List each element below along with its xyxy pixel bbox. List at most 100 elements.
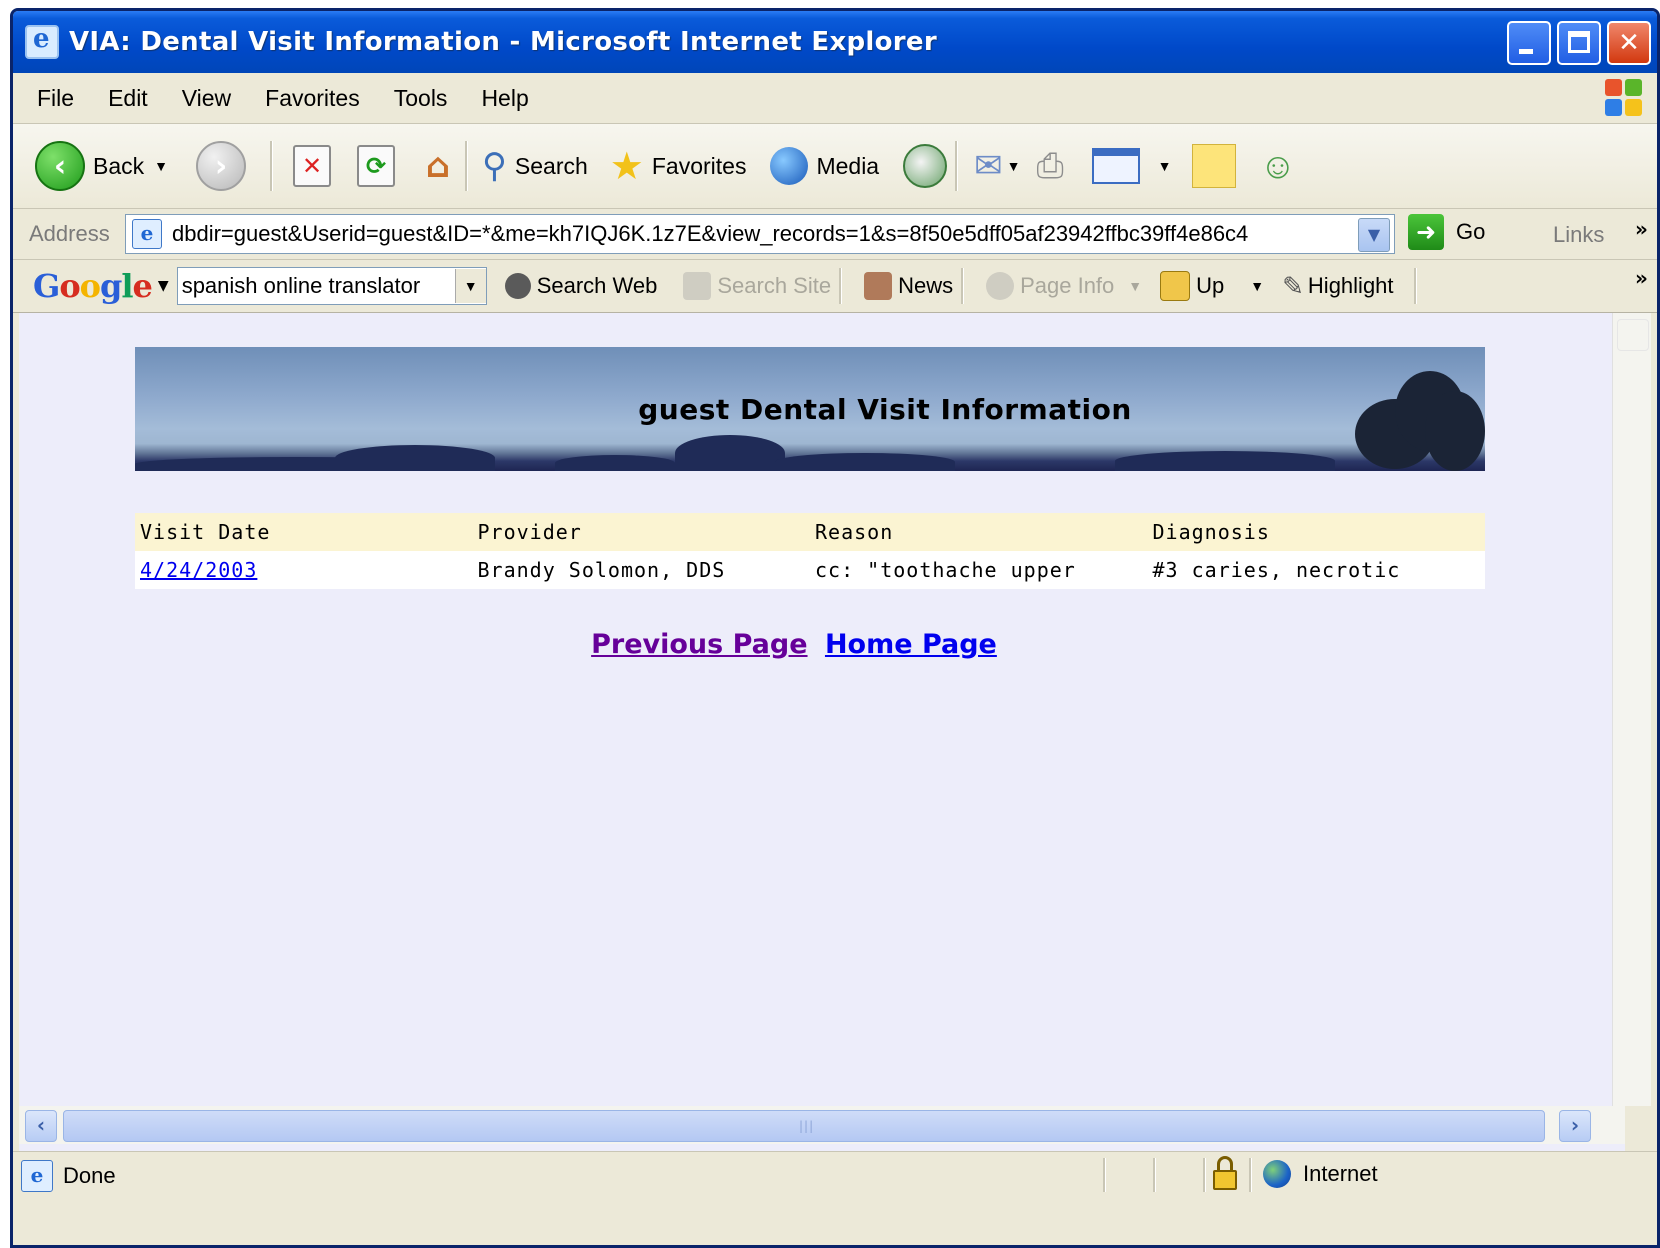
up-button[interactable]: Up ▼: [1160, 271, 1264, 301]
visit-date-link[interactable]: 4/24/2003: [140, 558, 257, 582]
vertical-scrollbar[interactable]: [1612, 313, 1651, 1106]
address-bar: Address e dbdir=guest&Userid=guest&ID=*&…: [13, 209, 1657, 260]
google-search-value[interactable]: spanish online translator: [178, 273, 455, 299]
status-text: Done: [63, 1163, 116, 1188]
refresh-icon: ⟳: [357, 145, 395, 187]
browser-window: VIA: Dental Visit Information - Microsof…: [10, 8, 1660, 1248]
banner-hill: [775, 453, 955, 471]
toolbar-separator: [270, 141, 273, 191]
edit-dropdown-icon[interactable]: ▼: [1158, 158, 1172, 174]
close-button[interactable]: ✕: [1607, 21, 1651, 65]
messenger-icon: ☺: [1259, 145, 1297, 186]
star-icon: ★: [609, 145, 644, 188]
status-divider: [1203, 1158, 1206, 1192]
discuss-icon: [1191, 144, 1236, 188]
google-toolbar: Google ▼ spanish online translator ▼ Sea…: [13, 260, 1657, 313]
search-site-button[interactable]: Search Site: [683, 272, 831, 300]
status-divider: [1249, 1158, 1252, 1192]
up-dropdown-icon[interactable]: ▼: [1250, 278, 1264, 294]
banner-hill: [335, 445, 495, 471]
news-button[interactable]: News: [864, 272, 953, 300]
info-icon: [986, 272, 1015, 300]
table-row: 4/24/2003 Brandy Solomon, DDS cc: "tooth…: [135, 551, 1485, 589]
google-search-dropdown-icon[interactable]: ▼: [454, 269, 486, 303]
menu-view[interactable]: View: [182, 85, 231, 112]
search-icon: ⚲: [482, 147, 507, 185]
news-icon: [864, 272, 893, 300]
search-button[interactable]: ⚲ Search: [482, 146, 588, 186]
minimize-icon: [1509, 23, 1549, 63]
page-info-dropdown-icon[interactable]: ▼: [1128, 278, 1142, 294]
messenger-button[interactable]: ☺: [1260, 145, 1297, 187]
ie-icon: [25, 24, 59, 59]
address-url[interactable]: dbdir=guest&Userid=guest&ID=*&me=kh7IQJ6…: [172, 221, 1342, 247]
media-label: Media: [816, 152, 880, 179]
home-page-link[interactable]: Home Page: [825, 629, 997, 660]
edit-button[interactable]: ▼: [1091, 148, 1172, 184]
horizontal-scroll-thumb[interactable]: |||: [63, 1110, 1545, 1142]
diagnosis-cell: #3 caries, necrotic: [1147, 551, 1485, 589]
highlight-button[interactable]: ✎ Highlight: [1282, 271, 1393, 302]
refresh-button[interactable]: ⟳: [357, 145, 395, 187]
menu-edit[interactable]: Edit: [108, 85, 148, 112]
favorites-button[interactable]: ★ Favorites: [610, 144, 747, 189]
toolbar-separator: [961, 268, 965, 304]
favorites-label: Favorites: [651, 152, 747, 179]
google-menu-dropdown-icon[interactable]: ▼: [158, 278, 169, 294]
menu-help[interactable]: Help: [481, 85, 528, 112]
menu-favorites[interactable]: Favorites: [265, 85, 360, 112]
printer-icon: ⎙: [1036, 146, 1064, 185]
history-button[interactable]: [903, 144, 948, 188]
search-site-icon: [683, 272, 712, 300]
back-dropdown-icon[interactable]: ▼: [154, 158, 168, 174]
status-text-area: e Done: [21, 1160, 116, 1192]
mail-button[interactable]: ✉ ▼: [974, 146, 1020, 186]
maximize-button[interactable]: [1557, 21, 1601, 65]
column-provider: Provider: [472, 513, 810, 551]
google-logo[interactable]: Google: [33, 267, 153, 305]
home-button[interactable]: ⌂: [419, 145, 457, 187]
title-bar[interactable]: VIA: Dental Visit Information - Microsof…: [13, 11, 1657, 73]
previous-page-link[interactable]: Previous Page: [591, 629, 807, 660]
address-dropdown-button[interactable]: ▼: [1358, 218, 1390, 252]
mail-dropdown-icon[interactable]: ▼: [1007, 158, 1021, 174]
page-title: guest Dental Visit Information: [638, 393, 1132, 426]
search-web-button[interactable]: Search Web: [504, 273, 657, 299]
media-button[interactable]: Media: [770, 147, 879, 185]
page-info-button[interactable]: Page Info ▼: [986, 272, 1142, 300]
print-button[interactable]: ⎙: [1036, 147, 1063, 186]
minimize-button[interactable]: [1507, 21, 1551, 65]
provider-cell: Brandy Solomon, DDS: [472, 551, 810, 589]
back-button[interactable]: ‹ Back ▼: [35, 141, 168, 191]
close-icon: ✕: [1618, 28, 1640, 58]
banner-hill: [1115, 451, 1335, 471]
stop-button[interactable]: ✕: [293, 145, 331, 187]
standard-toolbar: ‹ Back ▼ › ✕ ⟳ ⌂ ⚲ Search ★ Favorites Me…: [13, 124, 1657, 209]
history-icon: [903, 144, 948, 188]
forward-button[interactable]: ›: [196, 141, 246, 191]
column-diagnosis: Diagnosis: [1147, 513, 1485, 551]
go-button[interactable]: ➜ Go: [1408, 214, 1485, 250]
google-toolbar-chevron-icon[interactable]: »: [1635, 266, 1648, 290]
horizontal-scrollbar[interactable]: ‹ ||| ›: [19, 1106, 1625, 1144]
banner-image: guest Dental Visit Information: [135, 347, 1485, 471]
security-zone[interactable]: Internet: [1263, 1160, 1378, 1188]
search-label: Search: [514, 152, 588, 179]
address-label: Address: [29, 221, 110, 246]
scroll-grip-icon: |||: [799, 1119, 815, 1133]
banner-hill: [675, 435, 785, 471]
address-input[interactable]: e dbdir=guest&Userid=guest&ID=*&me=kh7IQ…: [125, 214, 1395, 254]
scroll-right-button[interactable]: ›: [1559, 1110, 1591, 1142]
menu-tools[interactable]: Tools: [394, 85, 448, 112]
discuss-button[interactable]: [1191, 144, 1236, 188]
edit-icon: [1091, 148, 1140, 184]
menu-file[interactable]: File: [37, 85, 74, 112]
scroll-left-button[interactable]: ‹: [25, 1110, 57, 1142]
lock-icon: [1213, 1156, 1237, 1190]
google-search-input[interactable]: spanish online translator ▼: [176, 267, 487, 305]
zone-label: Internet: [1303, 1161, 1378, 1186]
scroll-up-button[interactable]: [1617, 319, 1649, 351]
links-chevron-icon[interactable]: »: [1635, 217, 1648, 241]
links-button[interactable]: Links: [1553, 222, 1604, 248]
highlighter-icon: ✎: [1282, 270, 1304, 301]
